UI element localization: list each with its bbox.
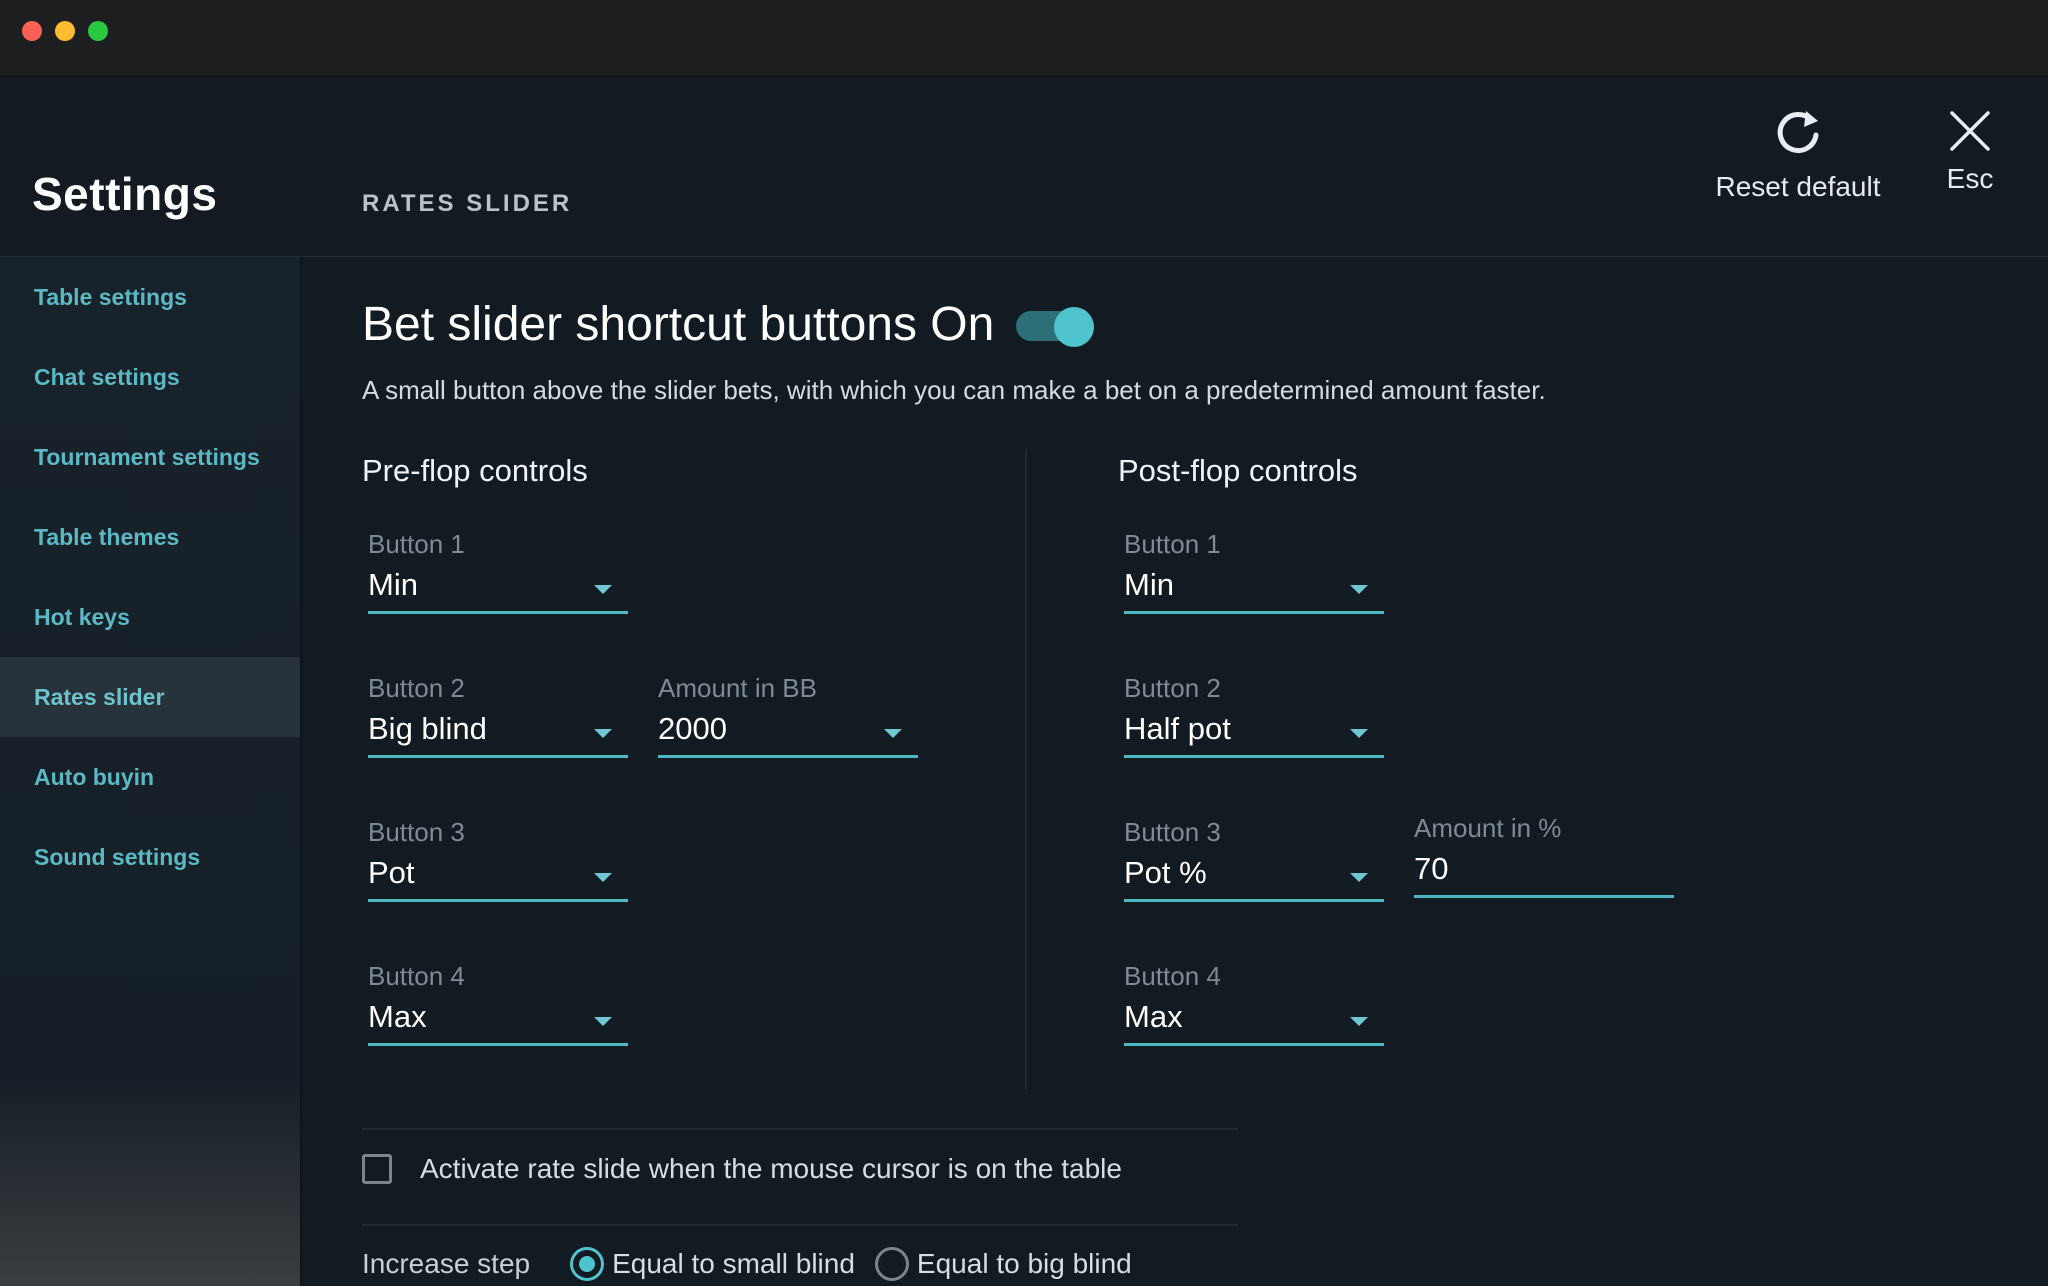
field-label: Button 1 <box>1124 529 1221 559</box>
chevron-down-icon <box>594 585 612 594</box>
preflop-title: Pre-flop controls <box>362 453 588 488</box>
chevron-down-icon <box>594 873 612 882</box>
field-value: Pot % <box>1124 855 1207 890</box>
chevron-down-icon <box>1350 873 1368 882</box>
section-title: RATES SLIDER <box>362 190 573 217</box>
preflop-button-4-select[interactable]: Button 4 Max <box>368 961 628 1046</box>
field-value: Min <box>368 567 418 602</box>
preflop-button-2-select[interactable]: Button 2 Big blind <box>368 673 628 758</box>
field-label: Button 3 <box>368 817 465 847</box>
field-label: Button 4 <box>1124 961 1221 991</box>
field-value: Min <box>1124 567 1174 602</box>
radio-unselected-icon <box>874 1247 909 1281</box>
field-label: Amount in % <box>1414 813 1562 843</box>
chevron-down-icon <box>1350 729 1368 738</box>
settings-header: Settings RATES SLIDER Reset default Esc <box>0 77 2048 257</box>
field-value: Max <box>1124 999 1183 1034</box>
field-value: Max <box>368 999 427 1034</box>
reset-default-button[interactable]: Reset default <box>1700 107 1896 203</box>
window-close-button[interactable] <box>22 21 42 41</box>
field-value: Half pot <box>1124 711 1231 746</box>
shortcut-description: A small button above the slider bets, wi… <box>362 375 1546 405</box>
postflop-title: Post-flop controls <box>1118 453 1358 488</box>
increase-step-label: Increase step <box>362 1248 531 1279</box>
window-zoom-button[interactable] <box>88 21 108 41</box>
shortcut-buttons-toggle[interactable] <box>1016 306 1095 347</box>
field-value: Big blind <box>368 711 487 746</box>
field-value: 70 <box>1414 851 1449 886</box>
field-label: Button 2 <box>368 673 465 703</box>
refresh-icon <box>1777 111 1819 153</box>
activate-rate-slide-checkbox[interactable]: Activate rate slide when the mouse curso… <box>362 1153 1122 1185</box>
field-label: Amount in BB <box>658 673 817 703</box>
preflop-amount-bb-select[interactable]: Amount in BB 2000 <box>658 673 918 758</box>
close-icon <box>1950 111 1990 151</box>
postflop-button-2-select[interactable]: Button 2 Half pot <box>1124 673 1384 758</box>
reset-default-label: Reset default <box>1715 171 1881 202</box>
chevron-down-icon <box>1350 1017 1368 1026</box>
checkbox-label: Activate rate slide when the mouse curso… <box>420 1153 1122 1184</box>
sidebar-item-table-themes[interactable]: Table themes <box>0 497 300 577</box>
field-label: Button 2 <box>1124 673 1221 703</box>
column-divider <box>1025 449 1027 1089</box>
esc-label: Esc <box>1946 163 1994 194</box>
window-titlebar <box>0 0 2048 77</box>
shortcut-toggle-title: Bet slider shortcut buttons On <box>362 298 995 351</box>
field-value: Pot <box>368 855 415 890</box>
preflop-button-1-select[interactable]: Button 1 Min <box>368 529 628 614</box>
sidebar-item-tournament-settings[interactable]: Tournament settings <box>0 417 300 497</box>
esc-button[interactable]: Esc <box>1930 107 2010 195</box>
radio-equal-small-blind[interactable]: Equal to small blind <box>570 1247 855 1281</box>
section-divider <box>362 1128 1238 1130</box>
page-title: Settings <box>32 168 218 220</box>
preflop-button-3-select[interactable]: Button 3 Pot <box>368 817 628 902</box>
radio-label: Equal to small blind <box>612 1248 855 1279</box>
shortcut-toggle-row: Bet slider shortcut buttons On <box>362 297 1095 352</box>
chevron-down-icon <box>884 729 902 738</box>
field-value: 2000 <box>658 711 727 746</box>
field-label: Button 1 <box>368 529 465 559</box>
sidebar-item-chat-settings[interactable]: Chat settings <box>0 337 300 417</box>
sidebar-item-hot-keys[interactable]: Hot keys <box>0 577 300 657</box>
window-minimize-button[interactable] <box>55 21 75 41</box>
chevron-down-icon <box>1350 585 1368 594</box>
sidebar-item-sound-settings[interactable]: Sound settings <box>0 817 300 897</box>
increase-step-group: Increase step Equal to small blind Equal… <box>362 1247 1152 1281</box>
field-label: Button 4 <box>368 961 465 991</box>
sidebar-item-rates-slider[interactable]: Rates slider <box>0 657 300 737</box>
chevron-down-icon <box>594 729 612 738</box>
sidebar-item-auto-buyin[interactable]: Auto buyin <box>0 737 300 817</box>
toggle-knob <box>1054 306 1095 347</box>
postflop-button-3-select[interactable]: Button 3 Pot % <box>1124 817 1384 902</box>
radio-selected-icon <box>570 1247 605 1281</box>
postflop-button-1-select[interactable]: Button 1 Min <box>1124 529 1384 614</box>
sidebar-item-table-settings[interactable]: Table settings <box>0 257 300 337</box>
section-divider <box>362 1224 1238 1226</box>
settings-sidebar: Table settings Chat settings Tournament … <box>0 257 302 1286</box>
postflop-amount-percent-input[interactable]: Amount in % 70 <box>1414 813 1674 898</box>
rates-slider-panel: Bet slider shortcut buttons On A small b… <box>362 257 2048 1286</box>
radio-label: Equal to big blind <box>916 1248 1132 1279</box>
radio-equal-big-blind[interactable]: Equal to big blind <box>874 1247 1132 1281</box>
chevron-down-icon <box>594 1017 612 1026</box>
checkbox-box[interactable] <box>362 1154 392 1184</box>
postflop-button-4-select[interactable]: Button 4 Max <box>1124 961 1384 1046</box>
field-label: Button 3 <box>1124 817 1221 847</box>
